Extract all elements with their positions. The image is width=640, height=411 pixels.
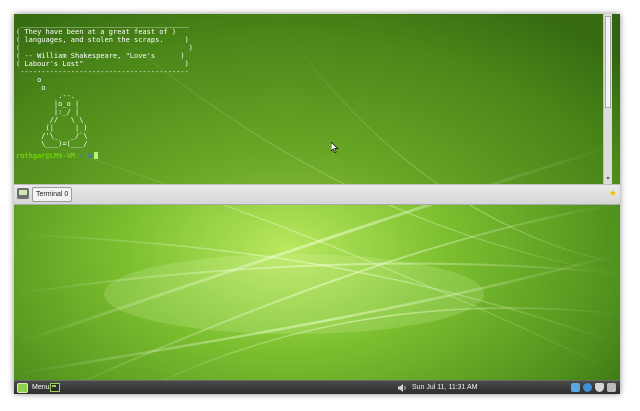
star-icon[interactable]: ★ (609, 188, 617, 198)
mouse-pointer-icon (331, 142, 339, 153)
mint-logo-icon (17, 383, 28, 393)
bottom-panel: Menu Sun Jul 11, 11:31 AM (14, 380, 620, 394)
update-manager-icon[interactable] (583, 383, 592, 392)
volume-icon[interactable] (397, 383, 407, 393)
terminal-launcher-icon[interactable] (50, 383, 60, 392)
network-icon[interactable] (571, 383, 580, 392)
shield-icon[interactable] (595, 383, 604, 392)
menu-label: Menu (32, 384, 50, 391)
show-desktop-icon[interactable] (607, 383, 616, 392)
system-tray (571, 383, 616, 392)
tab-terminal-0[interactable]: Terminal 0 (32, 187, 73, 202)
menu-button[interactable]: Menu (17, 382, 50, 394)
scroll-down-icon[interactable]: ▾ (605, 176, 611, 182)
desktop-screen: ________________________________________… (14, 14, 620, 394)
terminal-icon[interactable] (17, 188, 29, 199)
prompt-path: ~ $ (75, 152, 92, 160)
terminal-tab-bar: Terminal 0 ★ (14, 184, 620, 205)
terminal-scrollbar[interactable]: ▾ (603, 14, 612, 184)
prompt-user-host: rothgar@LM9-VM (16, 152, 76, 160)
fortune-output: ________________________________________… (16, 20, 194, 148)
shell-prompt[interactable]: rothgar@LM9-VM ~ $ (16, 152, 98, 160)
terminal-pane[interactable]: ________________________________________… (14, 14, 612, 184)
panel-clock[interactable]: Sun Jul 11, 11:31 AM (412, 381, 478, 394)
scrollbar-thumb[interactable] (605, 16, 611, 108)
text-cursor (93, 152, 98, 159)
